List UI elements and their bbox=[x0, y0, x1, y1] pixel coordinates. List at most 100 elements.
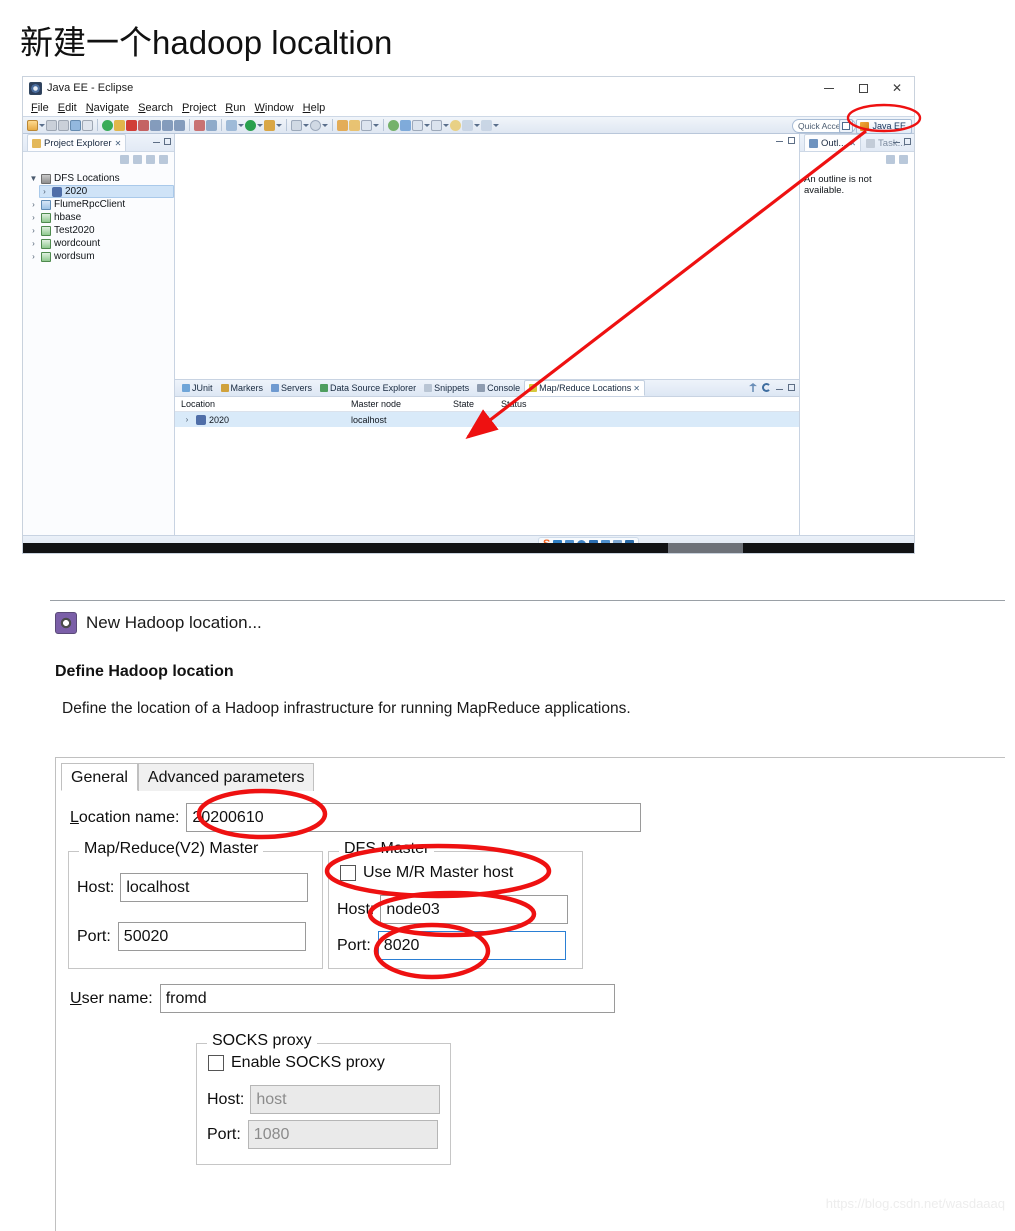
table-row[interactable]: › 2020 localhost bbox=[175, 412, 799, 427]
refresh-icon[interactable] bbox=[762, 383, 771, 392]
minimize-outline-icon[interactable] bbox=[893, 138, 900, 143]
save-all-icon[interactable] bbox=[58, 119, 69, 131]
tree-twisty-icon[interactable]: › bbox=[29, 213, 38, 222]
step-over-icon[interactable] bbox=[162, 119, 173, 131]
dfs-host-input[interactable]: node03 bbox=[380, 895, 569, 924]
maximize-outline-icon[interactable] bbox=[904, 138, 911, 145]
enable-socks-proxy-row[interactable]: Enable SOCKS proxy bbox=[208, 1054, 385, 1072]
bottom-tab-junit[interactable]: JUnit bbox=[178, 380, 217, 396]
tree-item[interactable]: › wordsum bbox=[29, 250, 174, 263]
open-perspective-icon[interactable] bbox=[337, 119, 348, 131]
bottom-tab-snippets[interactable]: Snippets bbox=[420, 380, 473, 396]
menu-edit[interactable]: Edit bbox=[58, 102, 77, 114]
tree-twisty-icon[interactable]: › bbox=[29, 252, 38, 261]
pause-icon[interactable] bbox=[114, 119, 125, 131]
maximize-view-icon[interactable] bbox=[164, 138, 171, 145]
enable-socks-proxy-checkbox[interactable] bbox=[208, 1055, 224, 1071]
debug-config-dropdown-icon[interactable] bbox=[276, 120, 282, 131]
format-icon[interactable] bbox=[361, 119, 372, 131]
search-icon[interactable] bbox=[206, 119, 217, 131]
outline-filter-icon[interactable] bbox=[886, 154, 895, 164]
open-type-icon[interactable] bbox=[194, 119, 205, 131]
tab-project-explorer[interactable]: Project Explorer ✕ bbox=[27, 134, 127, 151]
bottom-tab-console[interactable]: Console bbox=[473, 380, 524, 396]
folder-icon[interactable] bbox=[349, 119, 360, 131]
menu-file[interactable]: File bbox=[31, 102, 49, 114]
tree-item[interactable]: › 2020 bbox=[39, 185, 174, 198]
menu-project[interactable]: Project bbox=[182, 102, 216, 114]
tree-item[interactable]: › Test2020 bbox=[29, 224, 174, 237]
socks-port-input[interactable]: 1080 bbox=[247, 1120, 438, 1149]
run-config-dropdown-icon[interactable] bbox=[257, 120, 263, 131]
column-header[interactable]: Status bbox=[495, 399, 675, 409]
stop-icon[interactable] bbox=[126, 119, 137, 131]
bottom-tab-markers[interactable]: Markers bbox=[217, 380, 268, 396]
tab-advanced-parameters[interactable]: Advanced parameters bbox=[137, 763, 315, 791]
annotation-icon[interactable] bbox=[412, 119, 423, 131]
next-annotation-dropdown-icon[interactable] bbox=[493, 120, 499, 131]
next-annotation-icon[interactable] bbox=[481, 119, 492, 131]
menu-search[interactable]: Search bbox=[138, 102, 173, 114]
publish-icon[interactable] bbox=[400, 119, 411, 131]
format-dropdown-icon[interactable] bbox=[373, 120, 379, 131]
save-icon[interactable] bbox=[46, 119, 57, 131]
tree-item[interactable]: ▼ DFS Locations bbox=[29, 172, 174, 185]
menu-navigate[interactable]: Navigate bbox=[86, 102, 129, 114]
dfs-port-input[interactable]: 8020 bbox=[377, 931, 566, 960]
mr-port-input[interactable]: 50020 bbox=[117, 922, 306, 951]
collapse-all-icon[interactable] bbox=[120, 154, 129, 164]
external-tools-icon[interactable] bbox=[291, 119, 302, 131]
bottom-tab-servers[interactable]: Servers bbox=[267, 380, 316, 396]
close-icon[interactable]: ✕ bbox=[633, 384, 640, 393]
tree-item[interactable]: › hbase bbox=[29, 211, 174, 224]
minimize-bottom-icon[interactable] bbox=[776, 385, 783, 390]
close-icon[interactable]: ✕ bbox=[849, 139, 856, 148]
step-into-icon[interactable] bbox=[150, 119, 161, 131]
tree-twisty-icon[interactable]: › bbox=[29, 239, 38, 248]
user-name-input[interactable]: fromd bbox=[159, 984, 615, 1013]
perspective-java-ee-button[interactable]: Java EE bbox=[856, 118, 912, 134]
bottom-tab-data-source-explorer[interactable]: Data Source Explorer bbox=[316, 380, 420, 396]
link-with-editor-icon[interactable] bbox=[133, 154, 142, 164]
print-icon[interactable] bbox=[70, 119, 81, 131]
tab-outline[interactable]: Outl... ✕ bbox=[804, 134, 862, 151]
menu-help[interactable]: Help bbox=[303, 102, 326, 114]
column-header[interactable]: Location bbox=[175, 399, 345, 409]
forward-dropdown-icon[interactable] bbox=[474, 120, 480, 131]
tab-general[interactable]: General bbox=[61, 763, 138, 791]
annotation-dropdown-icon[interactable] bbox=[424, 120, 430, 131]
row-twisty-icon[interactable]: › bbox=[181, 415, 193, 424]
new-hadoop-location-icon[interactable] bbox=[749, 383, 757, 392]
minimize-editor-icon[interactable] bbox=[776, 137, 783, 142]
menu-run[interactable]: Run bbox=[225, 102, 245, 114]
close-icon[interactable]: ✕ bbox=[115, 139, 122, 148]
open-perspective-button[interactable] bbox=[839, 119, 854, 133]
back-icon[interactable] bbox=[450, 119, 461, 131]
close-button[interactable]: ✕ bbox=[880, 77, 914, 99]
bookmark-icon[interactable] bbox=[431, 119, 442, 131]
new-java-icon[interactable] bbox=[226, 119, 237, 131]
outline-menu-icon[interactable] bbox=[899, 154, 908, 164]
forward-icon[interactable] bbox=[462, 119, 473, 131]
debug-icon[interactable] bbox=[138, 119, 149, 131]
debug-config-icon[interactable] bbox=[264, 119, 275, 131]
view-menu-icon[interactable] bbox=[159, 154, 168, 164]
bottom-tab-map-reduce-locations[interactable]: Map/Reduce Locations ✕ bbox=[524, 380, 645, 396]
new-java-dropdown-icon[interactable] bbox=[238, 120, 244, 131]
column-header[interactable]: Master node bbox=[345, 399, 447, 409]
tree-twisty-icon[interactable]: ▼ bbox=[29, 174, 38, 183]
run-config-icon[interactable] bbox=[245, 119, 256, 131]
run-icon[interactable] bbox=[102, 119, 113, 131]
tree-item[interactable]: › wordcount bbox=[29, 237, 174, 250]
step-return-icon[interactable] bbox=[174, 119, 185, 131]
column-header[interactable]: State bbox=[447, 399, 495, 409]
maximize-button[interactable] bbox=[846, 77, 880, 99]
maximize-bottom-icon[interactable] bbox=[788, 384, 795, 391]
bookmark-dropdown-icon[interactable] bbox=[443, 120, 449, 131]
minimize-button[interactable] bbox=[812, 77, 846, 99]
tree-twisty-icon[interactable]: › bbox=[40, 187, 49, 196]
maximize-editor-icon[interactable] bbox=[788, 137, 795, 144]
location-name-input[interactable]: 20200610 bbox=[186, 803, 642, 832]
mr-host-input[interactable]: localhost bbox=[120, 873, 309, 902]
tree-item[interactable]: › FlumeRpcClient bbox=[29, 198, 174, 211]
